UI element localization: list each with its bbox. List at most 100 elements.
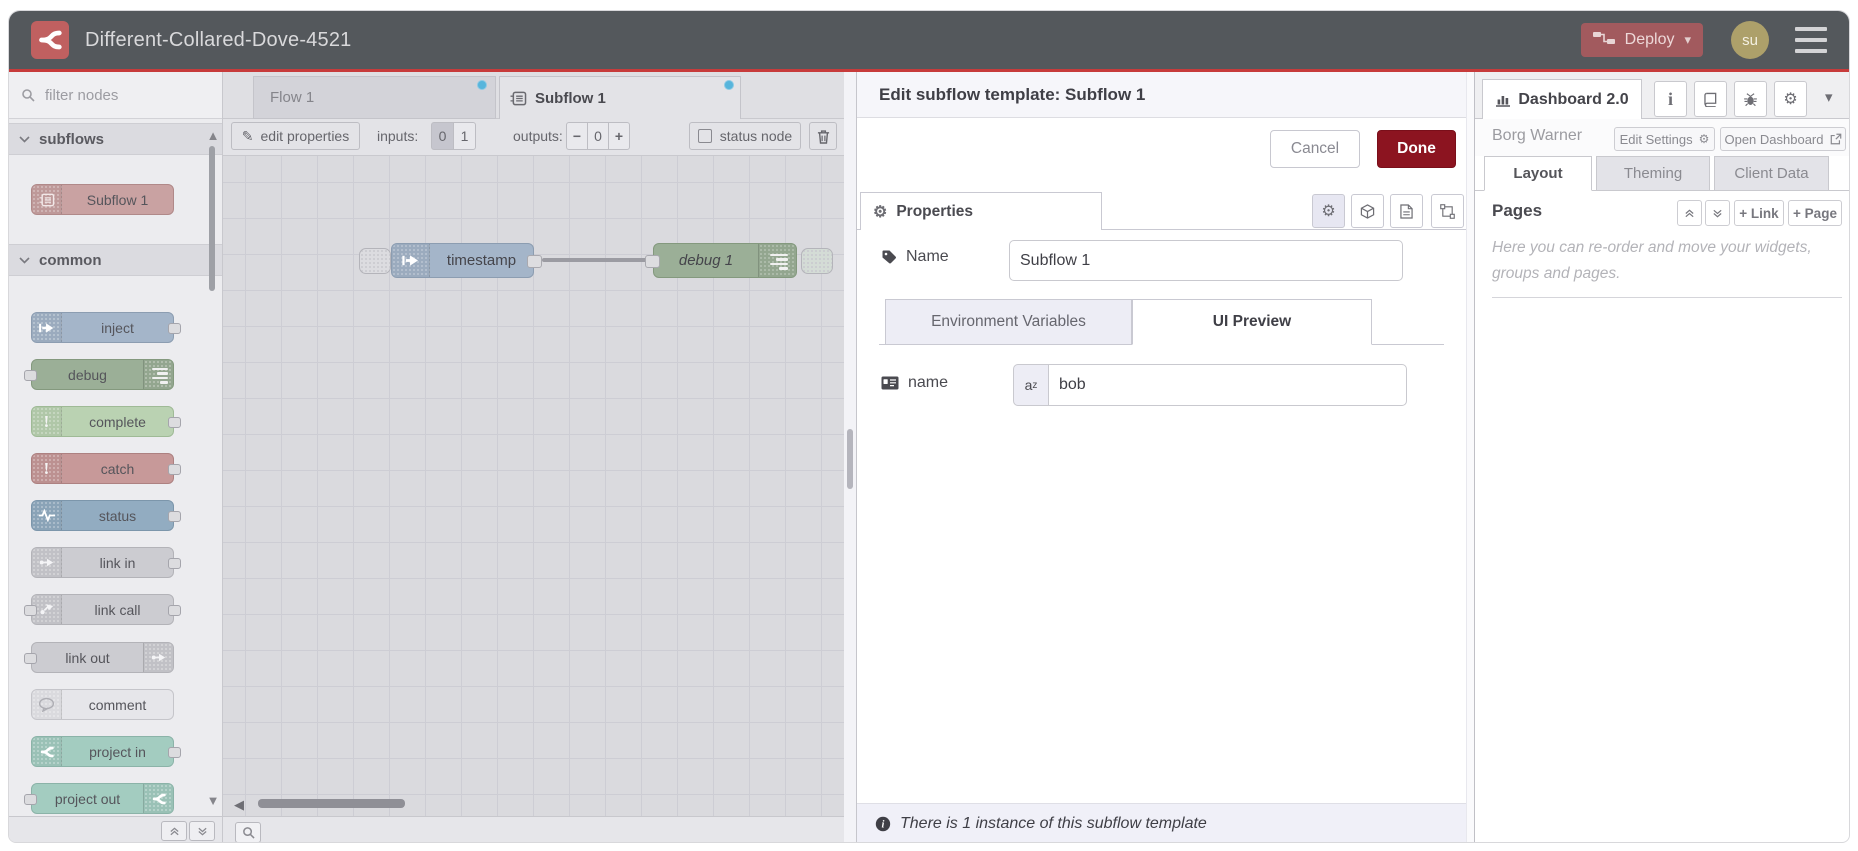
env-type-selector[interactable]: az bbox=[1013, 364, 1049, 406]
sidebar-tabs-caret-icon[interactable]: ▾ bbox=[1825, 88, 1833, 106]
tab-properties[interactable]: ⚙ Properties bbox=[860, 192, 1102, 230]
edit-properties-button[interactable]: ✎ edit properties bbox=[231, 122, 360, 150]
dashboard-subtabs: Layout Theming Client Data bbox=[1475, 156, 1849, 191]
palette-node-comment[interactable]: comment bbox=[31, 689, 174, 720]
tab-layout[interactable]: Layout bbox=[1484, 156, 1592, 191]
settings-tab-button[interactable]: ⚙ bbox=[1774, 81, 1807, 117]
deploy-label: Deploy bbox=[1624, 31, 1675, 48]
palette-scrollbar-thumb[interactable] bbox=[209, 146, 215, 291]
exclamation-icon: ! bbox=[32, 407, 62, 436]
workspace-tabbar: Flow 1 Subflow 1 bbox=[223, 72, 844, 120]
open-dashboard-button[interactable]: Open Dashboard bbox=[1720, 127, 1846, 151]
right-sidebar: Dashboard 2.0 i ⚙ ▾ Borg Warner Edit Set… bbox=[1474, 72, 1849, 842]
scroll-left-icon[interactable]: ◀ bbox=[234, 797, 244, 813]
palette-node-link-call[interactable]: link call bbox=[24, 594, 181, 625]
wire[interactable] bbox=[542, 258, 653, 262]
palette-node-link-in[interactable]: link in bbox=[31, 547, 181, 578]
done-button[interactable]: Done bbox=[1377, 130, 1456, 168]
category-header-common[interactable]: common bbox=[9, 244, 222, 276]
subflow-icon bbox=[510, 91, 527, 106]
bar-chart-icon bbox=[1496, 96, 1511, 107]
gear-icon: ⚙ bbox=[1698, 132, 1710, 146]
subflow-output-stub[interactable] bbox=[801, 248, 833, 274]
add-link-button[interactable]: + Link bbox=[1734, 200, 1784, 226]
subflow-input-stub[interactable] bbox=[359, 248, 391, 274]
subflow-toolbar: ✎ edit properties inputs: 0 1 outputs: −… bbox=[223, 119, 844, 156]
palette-node-label: link out bbox=[65, 649, 110, 666]
palette-node-inject[interactable]: inject bbox=[31, 312, 181, 343]
magnifier-icon bbox=[242, 827, 255, 839]
help-tab-button[interactable] bbox=[1694, 81, 1727, 117]
tab-theming[interactable]: Theming bbox=[1596, 156, 1710, 191]
appearance-button[interactable] bbox=[1431, 194, 1464, 228]
inputs-0-button[interactable]: 0 bbox=[431, 122, 454, 150]
chevron-down-icon bbox=[19, 256, 30, 264]
debug-icon bbox=[758, 244, 796, 277]
edit-subflow-dialog: Edit subflow template: Subflow 1 Cancel … bbox=[856, 72, 1474, 842]
input-port bbox=[24, 370, 37, 381]
tab-subflow-1[interactable]: Subflow 1 bbox=[499, 76, 741, 120]
flow-canvas[interactable]: timestamp debug 1 ◀ bbox=[223, 156, 844, 816]
tab-environment-variables[interactable]: Environment Variables bbox=[885, 299, 1132, 345]
palette-node-complete[interactable]: ! complete bbox=[31, 406, 181, 437]
delete-subflow-button[interactable] bbox=[809, 122, 837, 150]
canvas-vertical-scrollbar[interactable] bbox=[844, 72, 856, 842]
category-header-subflows[interactable]: subflows bbox=[9, 123, 222, 155]
palette-collapse-down-button[interactable] bbox=[189, 821, 215, 841]
tab-client-data[interactable]: Client Data bbox=[1714, 156, 1829, 191]
palette-scroll-up-icon[interactable]: ▲ bbox=[205, 129, 221, 143]
input-port bbox=[24, 653, 37, 664]
env-value-input[interactable] bbox=[1048, 364, 1407, 406]
deploy-icon bbox=[1592, 30, 1615, 51]
tag-icon bbox=[882, 250, 896, 264]
palette-node-link-out[interactable]: link out bbox=[24, 642, 174, 673]
canvas-node-debug-1[interactable]: debug 1 bbox=[645, 243, 797, 278]
subflow-name-input[interactable] bbox=[1009, 240, 1403, 281]
vertical-scrollbar-thumb[interactable] bbox=[847, 429, 853, 489]
edit-settings-button[interactable]: Edit Settings ⚙ bbox=[1614, 127, 1715, 151]
hamburger-menu-icon[interactable] bbox=[1795, 27, 1827, 53]
filter-nodes-input[interactable] bbox=[43, 85, 193, 105]
user-avatar[interactable]: su bbox=[1731, 21, 1769, 59]
node-label: debug 1 bbox=[678, 252, 734, 269]
horizontal-scrollbar-thumb[interactable] bbox=[258, 799, 405, 808]
divider bbox=[1492, 297, 1842, 298]
cancel-button[interactable]: Cancel bbox=[1270, 130, 1360, 168]
canvas-node-timestamp[interactable]: timestamp bbox=[391, 243, 542, 278]
outputs-plus-button[interactable]: + bbox=[608, 122, 630, 150]
status-node-toggle[interactable]: status node bbox=[689, 122, 801, 150]
debug-tab-button[interactable] bbox=[1734, 81, 1767, 117]
add-page-button[interactable]: + Page bbox=[1788, 200, 1842, 226]
palette-node-catch[interactable]: ! catch bbox=[31, 453, 181, 484]
inputs-1-button[interactable]: 1 bbox=[453, 122, 476, 150]
palette-node-label: comment bbox=[88, 696, 147, 713]
tab-dashboard-2[interactable]: Dashboard 2.0 bbox=[1482, 79, 1642, 119]
input-port[interactable] bbox=[645, 255, 660, 268]
tab-flow-1[interactable]: Flow 1 bbox=[253, 76, 496, 119]
zoom-button[interactable] bbox=[235, 822, 261, 842]
tab-ui-preview[interactable]: UI Preview bbox=[1132, 299, 1372, 345]
outputs-count: 0 bbox=[587, 122, 609, 150]
inject-icon bbox=[392, 244, 430, 277]
properties-view-button[interactable]: ⚙ bbox=[1312, 194, 1345, 228]
description-button[interactable] bbox=[1390, 194, 1423, 228]
deploy-button[interactable]: Deploy ▾ bbox=[1580, 23, 1703, 57]
palette-node-debug[interactable]: debug bbox=[24, 359, 174, 390]
deploy-caret-icon[interactable]: ▾ bbox=[1684, 32, 1691, 48]
palette-collapse-up-button[interactable] bbox=[161, 821, 187, 841]
palette-node-project-out[interactable]: project out bbox=[24, 783, 174, 814]
double-chevron-down-icon bbox=[197, 827, 207, 836]
output-port[interactable] bbox=[527, 255, 542, 268]
move-down-button[interactable] bbox=[1705, 200, 1730, 226]
dialog-scrollbar[interactable] bbox=[1466, 72, 1474, 842]
pages-section-title: Pages bbox=[1492, 201, 1543, 220]
palette-scroll-down-icon[interactable]: ▼ bbox=[205, 794, 221, 808]
palette-node-status[interactable]: status bbox=[31, 500, 181, 531]
info-tab-button[interactable]: i bbox=[1654, 81, 1687, 117]
outputs-minus-button[interactable]: − bbox=[566, 122, 588, 150]
move-up-button[interactable] bbox=[1677, 200, 1702, 226]
palette-node-project-in[interactable]: project in bbox=[31, 736, 181, 767]
palette-node-subflow-1[interactable]: Subflow 1 bbox=[31, 184, 174, 215]
output-port bbox=[168, 323, 181, 334]
module-properties-button[interactable] bbox=[1351, 194, 1384, 228]
